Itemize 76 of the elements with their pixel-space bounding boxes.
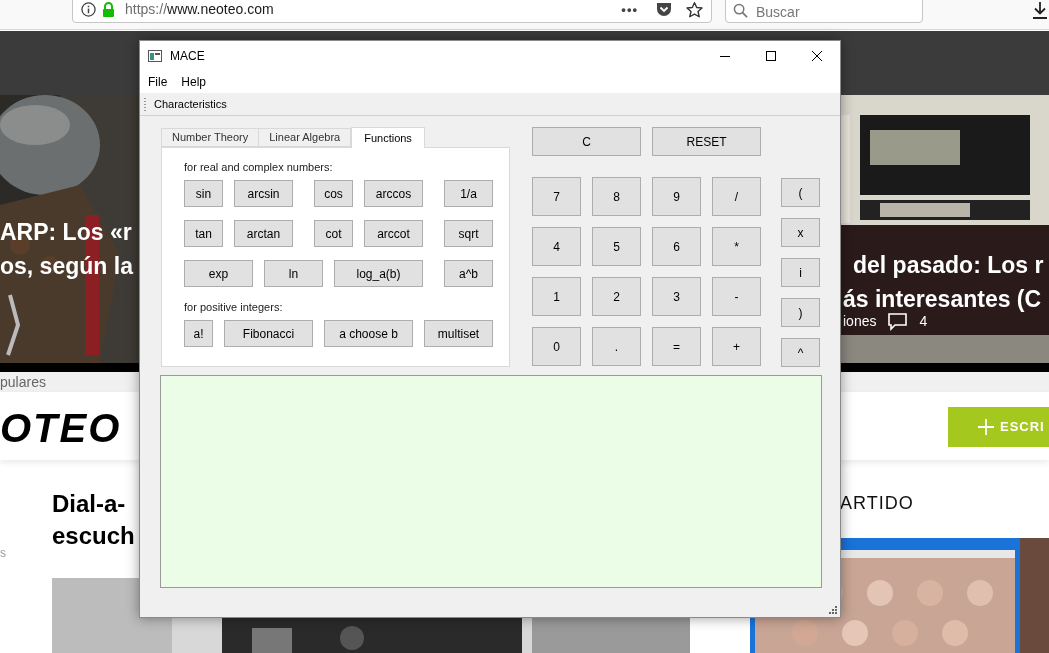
star-icon[interactable] — [686, 1, 703, 18]
group-label: for real and complex numbers: — [184, 160, 334, 174]
function-button[interactable]: tan — [184, 220, 223, 247]
maximize-icon — [766, 51, 776, 61]
site-logo[interactable]: OTEO — [0, 404, 122, 452]
calculator-key[interactable]: = — [652, 327, 701, 366]
calculator-key[interactable]: 6 — [652, 227, 701, 266]
function-button[interactable]: a^b — [444, 260, 493, 287]
headline-text[interactable]: ARP: Los «r — [0, 215, 133, 249]
calculator-key[interactable]: 8 — [592, 177, 641, 216]
headline-text[interactable]: del pasado: Los r — [843, 248, 1044, 282]
menu-item[interactable]: Help — [181, 73, 207, 91]
function-button[interactable]: sin — [184, 180, 223, 207]
calculator-key[interactable]: 4 — [532, 227, 581, 266]
search-icon — [733, 3, 748, 18]
function-button[interactable]: log_a(b) — [334, 260, 423, 287]
calculator-key[interactable]: / — [712, 177, 761, 216]
calculator-key[interactable]: C — [532, 127, 641, 156]
function-button[interactable]: arctan — [234, 220, 293, 247]
minimize-icon — [720, 55, 730, 57]
resize-grip-icon[interactable] — [829, 606, 838, 615]
calculator-key[interactable]: RESET — [652, 127, 761, 156]
calculator-key[interactable]: 3 — [652, 277, 701, 316]
function-button[interactable]: sqrt — [444, 220, 493, 247]
function-button[interactable]: arccot — [364, 220, 423, 247]
close-icon — [812, 51, 822, 61]
tab[interactable]: Number Theory — [161, 128, 260, 147]
menu-item[interactable]: File — [148, 73, 168, 91]
article-title[interactable]: Dial-a- — [52, 488, 135, 520]
function-button[interactable]: cot — [314, 220, 353, 247]
tab[interactable]: Linear Algebra — [259, 128, 352, 147]
app-icon — [148, 50, 162, 62]
function-button[interactable]: ln — [264, 260, 323, 287]
page-actions-button[interactable]: ••• — [621, 0, 638, 20]
function-button[interactable]: cos — [314, 180, 353, 207]
calculator-key[interactable]: 7 — [532, 177, 581, 216]
function-button[interactable]: arccos — [364, 180, 423, 207]
search-field[interactable]: Buscar — [725, 0, 923, 23]
function-button[interactable]: exp — [184, 260, 253, 287]
comment-icon — [888, 312, 908, 331]
calculator-key[interactable]: x — [781, 218, 820, 247]
calculator-key[interactable]: i — [781, 258, 820, 287]
calculator-key[interactable]: * — [712, 227, 761, 266]
function-button[interactable]: a! — [184, 320, 213, 347]
shield-icon[interactable] — [656, 2, 672, 17]
tab[interactable]: Functions — [351, 127, 425, 148]
section-label[interactable]: pulares — [0, 374, 46, 390]
plus-icon — [978, 419, 994, 435]
calculator-key[interactable]: 9 — [652, 177, 701, 216]
lock-icon — [102, 2, 115, 17]
headline-text[interactable]: os, según la — [0, 249, 133, 283]
calculator-key[interactable]: 5 — [592, 227, 641, 266]
calculator-key[interactable]: ^ — [781, 338, 820, 367]
function-button[interactable]: a choose b — [324, 320, 413, 347]
sidebar-text: s — [0, 545, 6, 562]
info-icon[interactable] — [81, 2, 96, 17]
calculator-key[interactable]: 1 — [532, 277, 581, 316]
toolbar-button[interactable]: Characteristics — [154, 95, 227, 113]
calculator-key[interactable]: . — [592, 327, 641, 366]
calculator-key[interactable]: ( — [781, 178, 820, 207]
window-title: MACE — [170, 48, 205, 65]
group-label: for positive integers: — [184, 300, 284, 314]
function-button[interactable]: multiset — [424, 320, 493, 347]
address-field[interactable]: https://www.neoteo.com ••• — [72, 0, 712, 23]
download-icon[interactable] — [1033, 2, 1047, 19]
calculator-key[interactable]: - — [712, 277, 761, 316]
function-button[interactable]: arcsin — [234, 180, 293, 207]
section-heading: ARTIDO — [840, 492, 914, 515]
calculator-key[interactable]: 0 — [532, 327, 581, 366]
function-button[interactable]: 1/a — [444, 180, 493, 207]
calculator-key[interactable]: ) — [781, 298, 820, 327]
calculator-key[interactable]: + — [712, 327, 761, 366]
calculator-key[interactable]: 2 — [592, 277, 641, 316]
function-button[interactable]: Fibonacci — [224, 320, 313, 347]
article-title[interactable]: escuch — [52, 520, 135, 552]
url-text: https://www.neoteo.com — [125, 0, 274, 19]
